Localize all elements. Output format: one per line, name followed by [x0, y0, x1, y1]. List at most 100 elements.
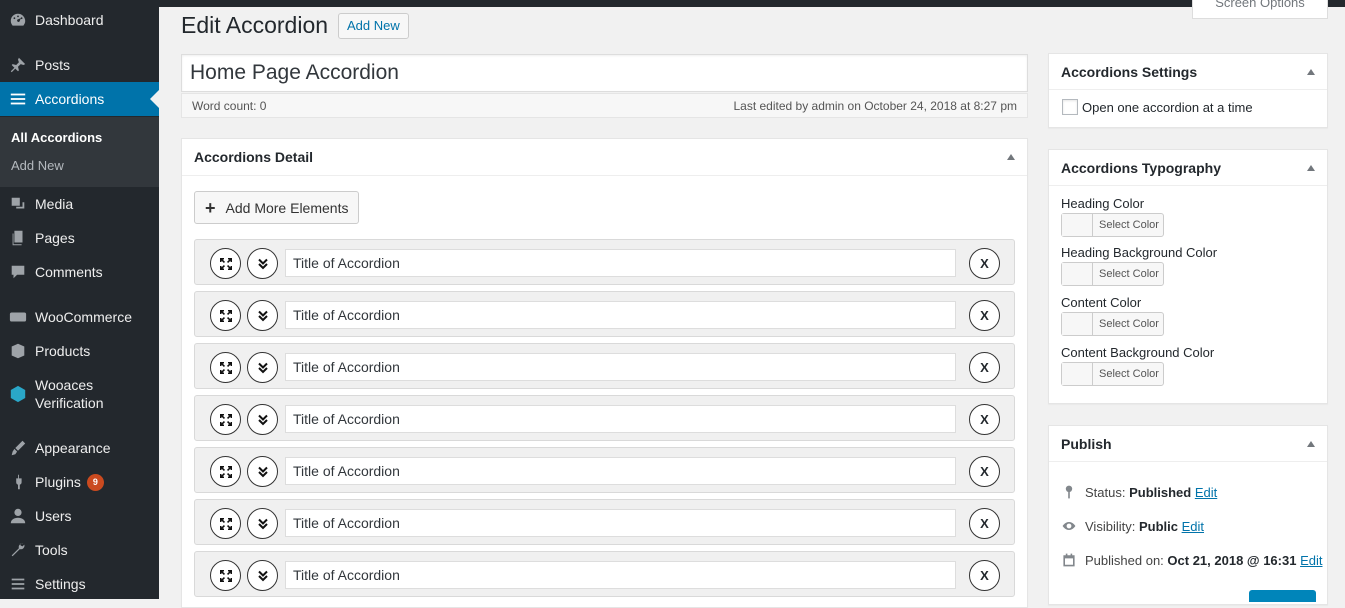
box-title: Accordions Detail — [194, 149, 314, 165]
screen-options-button[interactable]: Screen Options — [1192, 0, 1328, 19]
menu-appearance[interactable]: Appearance — [0, 431, 159, 465]
list-icon — [0, 90, 35, 108]
field-label: Content Background Color — [1061, 345, 1215, 360]
menu-users[interactable]: Users — [0, 499, 159, 533]
publish-box: Publish Status: Published Edit Visibilit… — [1048, 425, 1328, 605]
visibility-label: Visibility: — [1085, 518, 1136, 534]
menu-pages[interactable]: Pages — [0, 221, 159, 255]
accordion-row: Title of Accordion X — [194, 395, 1015, 441]
menu-wooaces-verification[interactable]: Wooaces Verification — [0, 376, 159, 412]
user-icon — [0, 507, 35, 525]
double-chevron-down-icon[interactable] — [247, 300, 278, 331]
accordion-title-input[interactable]: Title of Accordion — [285, 561, 956, 589]
add-more-label: Add More Elements — [225, 199, 349, 216]
media-icon — [0, 195, 35, 213]
menu-label: Pages — [35, 230, 75, 246]
edit-visibility-link[interactable]: Edit — [1182, 519, 1204, 534]
checkbox-label: Open one accordion at a time — [1082, 100, 1253, 115]
expand-icon[interactable] — [210, 456, 241, 487]
update-button[interactable] — [1249, 590, 1316, 602]
field-label: Heading Color — [1061, 196, 1145, 211]
remove-row-button[interactable]: X — [969, 352, 1000, 383]
double-chevron-down-icon[interactable] — [247, 456, 278, 487]
menu-label: Accordions — [35, 91, 105, 107]
accordion-title-input[interactable]: Title of Accordion — [285, 301, 956, 329]
menu-comments[interactable]: Comments — [0, 255, 159, 289]
publish-header[interactable]: Publish — [1049, 426, 1327, 462]
remove-row-button[interactable]: X — [969, 248, 1000, 279]
accordions-typography-box: Accordions Typography Heading Color Sele… — [1048, 149, 1328, 404]
edit-date-link[interactable]: Edit — [1300, 553, 1322, 568]
plugins-update-badge: 9 — [86, 473, 104, 491]
collapse-arrow-icon[interactable] — [1307, 440, 1315, 447]
add-more-elements-button[interactable]: + Add More Elements — [194, 191, 360, 224]
remove-row-button[interactable]: X — [969, 508, 1000, 539]
submenu-add-new[interactable]: Add New — [11, 158, 64, 173]
open-one-checkbox[interactable] — [1062, 99, 1078, 115]
collapse-arrow-icon[interactable] — [1307, 164, 1315, 171]
accordion-row: Title of Accordion X — [194, 447, 1015, 493]
remove-row-button[interactable]: X — [969, 560, 1000, 591]
accordion-title-input[interactable]: Title of Accordion — [285, 249, 956, 277]
visibility-value: Public — [1138, 518, 1178, 534]
expand-icon[interactable] — [210, 560, 241, 591]
menu-woocommerce[interactable]: WooCommerce — [0, 300, 159, 334]
expand-icon[interactable] — [210, 508, 241, 539]
menu-dashboard[interactable]: Dashboard — [0, 3, 159, 37]
expand-icon[interactable] — [210, 300, 241, 331]
accordions-detail-box: Accordions Detail + Add More Elements Ti… — [181, 138, 1028, 608]
menu-label: Wooaces — [35, 377, 94, 393]
remove-row-button[interactable]: X — [969, 404, 1000, 435]
accordion-title-input[interactable]: Title of Accordion — [285, 405, 956, 433]
comments-icon — [0, 263, 35, 281]
collapse-arrow-icon[interactable] — [1007, 154, 1015, 160]
publish-date-row: Published on: Oct 21, 2018 @ 16:31 Edit — [1061, 552, 1322, 568]
select-color-label: Select Color — [1099, 268, 1159, 280]
double-chevron-down-icon[interactable] — [247, 560, 278, 591]
content-bg-color-picker[interactable]: Select Color — [1061, 362, 1164, 386]
double-chevron-down-icon[interactable] — [247, 352, 278, 383]
accordions-detail-header[interactable]: Accordions Detail — [182, 139, 1027, 176]
add-new-button[interactable]: Add New — [338, 13, 409, 39]
edit-status-link[interactable]: Edit — [1195, 485, 1217, 500]
menu-label: Dashboard — [35, 12, 104, 28]
double-chevron-down-icon[interactable] — [247, 248, 278, 279]
select-color-label: Select Color — [1099, 318, 1159, 330]
content-color-picker[interactable]: Select Color — [1061, 312, 1164, 336]
submenu-all-accordions[interactable]: All Accordions — [11, 130, 102, 145]
status-label: Status: — [1085, 484, 1126, 500]
published-label: Published on: — [1085, 552, 1164, 568]
menu-label: Media — [35, 196, 74, 212]
accordion-title-input[interactable]: Title of Accordion — [285, 353, 956, 381]
menu-accordions[interactable]: Accordions — [0, 82, 159, 116]
remove-row-button[interactable]: X — [969, 456, 1000, 487]
heading-bg-color-picker[interactable]: Select Color — [1061, 262, 1164, 286]
eye-icon — [1062, 522, 1076, 530]
remove-row-button[interactable]: X — [969, 300, 1000, 331]
menu-media[interactable]: Media — [0, 187, 159, 221]
menu-products[interactable]: Products — [0, 334, 159, 368]
heading-color-picker[interactable]: Select Color — [1061, 213, 1164, 237]
menu-settings[interactable]: Settings — [0, 567, 159, 601]
expand-icon[interactable] — [210, 352, 241, 383]
color-swatch — [1062, 363, 1093, 385]
post-title-input[interactable]: Home Page Accordion — [181, 54, 1028, 92]
menu-label: Tools — [35, 542, 68, 558]
box-title: Accordions Typography — [1061, 159, 1221, 176]
accordion-title-input[interactable]: Title of Accordion — [285, 457, 956, 485]
accordion-title-input[interactable]: Title of Accordion — [285, 509, 956, 537]
status-value: Published — [1129, 484, 1192, 500]
menu-plugins[interactable]: Plugins 9 — [0, 465, 159, 499]
expand-icon[interactable] — [210, 404, 241, 435]
dashboard-icon — [0, 11, 35, 29]
publish-visibility-row: Visibility: Public Edit — [1061, 518, 1204, 534]
double-chevron-down-icon[interactable] — [247, 404, 278, 435]
menu-tools[interactable]: Tools — [0, 533, 159, 567]
expand-icon[interactable] — [210, 248, 241, 279]
accordions-settings-header[interactable]: Accordions Settings — [1049, 54, 1327, 90]
double-chevron-down-icon[interactable] — [247, 508, 278, 539]
menu-posts[interactable]: Posts — [0, 48, 159, 82]
field-label: Heading Background Color — [1061, 245, 1218, 260]
accordions-typography-header[interactable]: Accordions Typography — [1049, 150, 1327, 186]
collapse-arrow-icon[interactable] — [1307, 68, 1315, 75]
